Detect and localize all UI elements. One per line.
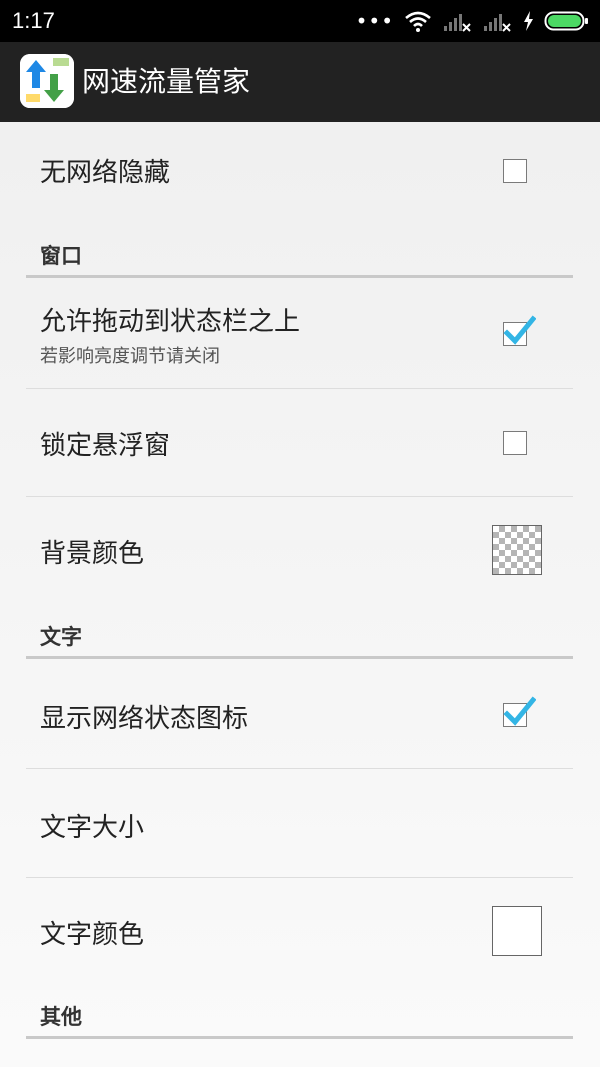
pref-summary: 若影响亮度调节请关闭	[40, 346, 220, 367]
pref-bg-color[interactable]: 背景颜色	[26, 497, 573, 607]
status-time: 1:17	[12, 8, 55, 33]
section-header-other: 其他	[40, 1005, 82, 1029]
charging-icon	[524, 11, 533, 31]
bg-color-swatch[interactable]	[492, 525, 542, 575]
battery-icon	[544, 11, 588, 31]
pref-title: 文字颜色	[40, 920, 145, 950]
pref-text-size[interactable]: 文字大小	[26, 769, 573, 877]
status-bar: 1:17 •••	[0, 0, 600, 42]
check-icon	[503, 696, 536, 726]
status-icons: •••	[346, 8, 590, 34]
action-bar: 网速流量管家	[0, 42, 600, 122]
pref-hide-no-network[interactable]: 无网络隐藏	[26, 122, 573, 226]
pref-title: 允许拖动到状态栏之上	[40, 307, 301, 337]
more-dots-icon: •••	[355, 9, 394, 33]
pref-title: 背景颜色	[40, 539, 145, 569]
allow-drag-checkbox[interactable]	[503, 315, 536, 346]
pref-title: 无网络隐藏	[40, 158, 171, 188]
section-divider	[26, 275, 573, 278]
pref-title: 锁定悬浮窗	[40, 431, 171, 461]
section-header-text: 文字	[40, 625, 82, 649]
app-arrows-icon[interactable]	[20, 54, 74, 108]
check-icon	[503, 315, 536, 345]
pref-lock-float[interactable]: 锁定悬浮窗	[26, 389, 573, 496]
hide-no-network-checkbox[interactable]	[503, 159, 527, 183]
section-divider	[26, 1036, 573, 1039]
signal-no-sim-icon	[484, 14, 511, 32]
section-divider	[26, 656, 573, 659]
show-net-icon-checkbox[interactable]	[503, 696, 536, 727]
text-color-swatch[interactable]	[492, 906, 542, 956]
wifi-icon	[405, 11, 431, 32]
lock-float-checkbox[interactable]	[503, 431, 527, 455]
signal-no-sim-icon	[444, 14, 471, 32]
pref-title: 文字大小	[40, 813, 145, 843]
section-header-window: 窗口	[40, 244, 82, 268]
pref-title: 显示网络状态图标	[40, 704, 249, 734]
pref-show-net-icon[interactable]: 显示网络状态图标	[26, 660, 573, 768]
pref-allow-drag[interactable]: 允许拖动到状态栏之上 若影响亮度调节请关闭	[26, 279, 573, 387]
app-title: 网速流量管家	[82, 65, 251, 98]
pref-text-color[interactable]: 文字颜色	[26, 878, 573, 988]
